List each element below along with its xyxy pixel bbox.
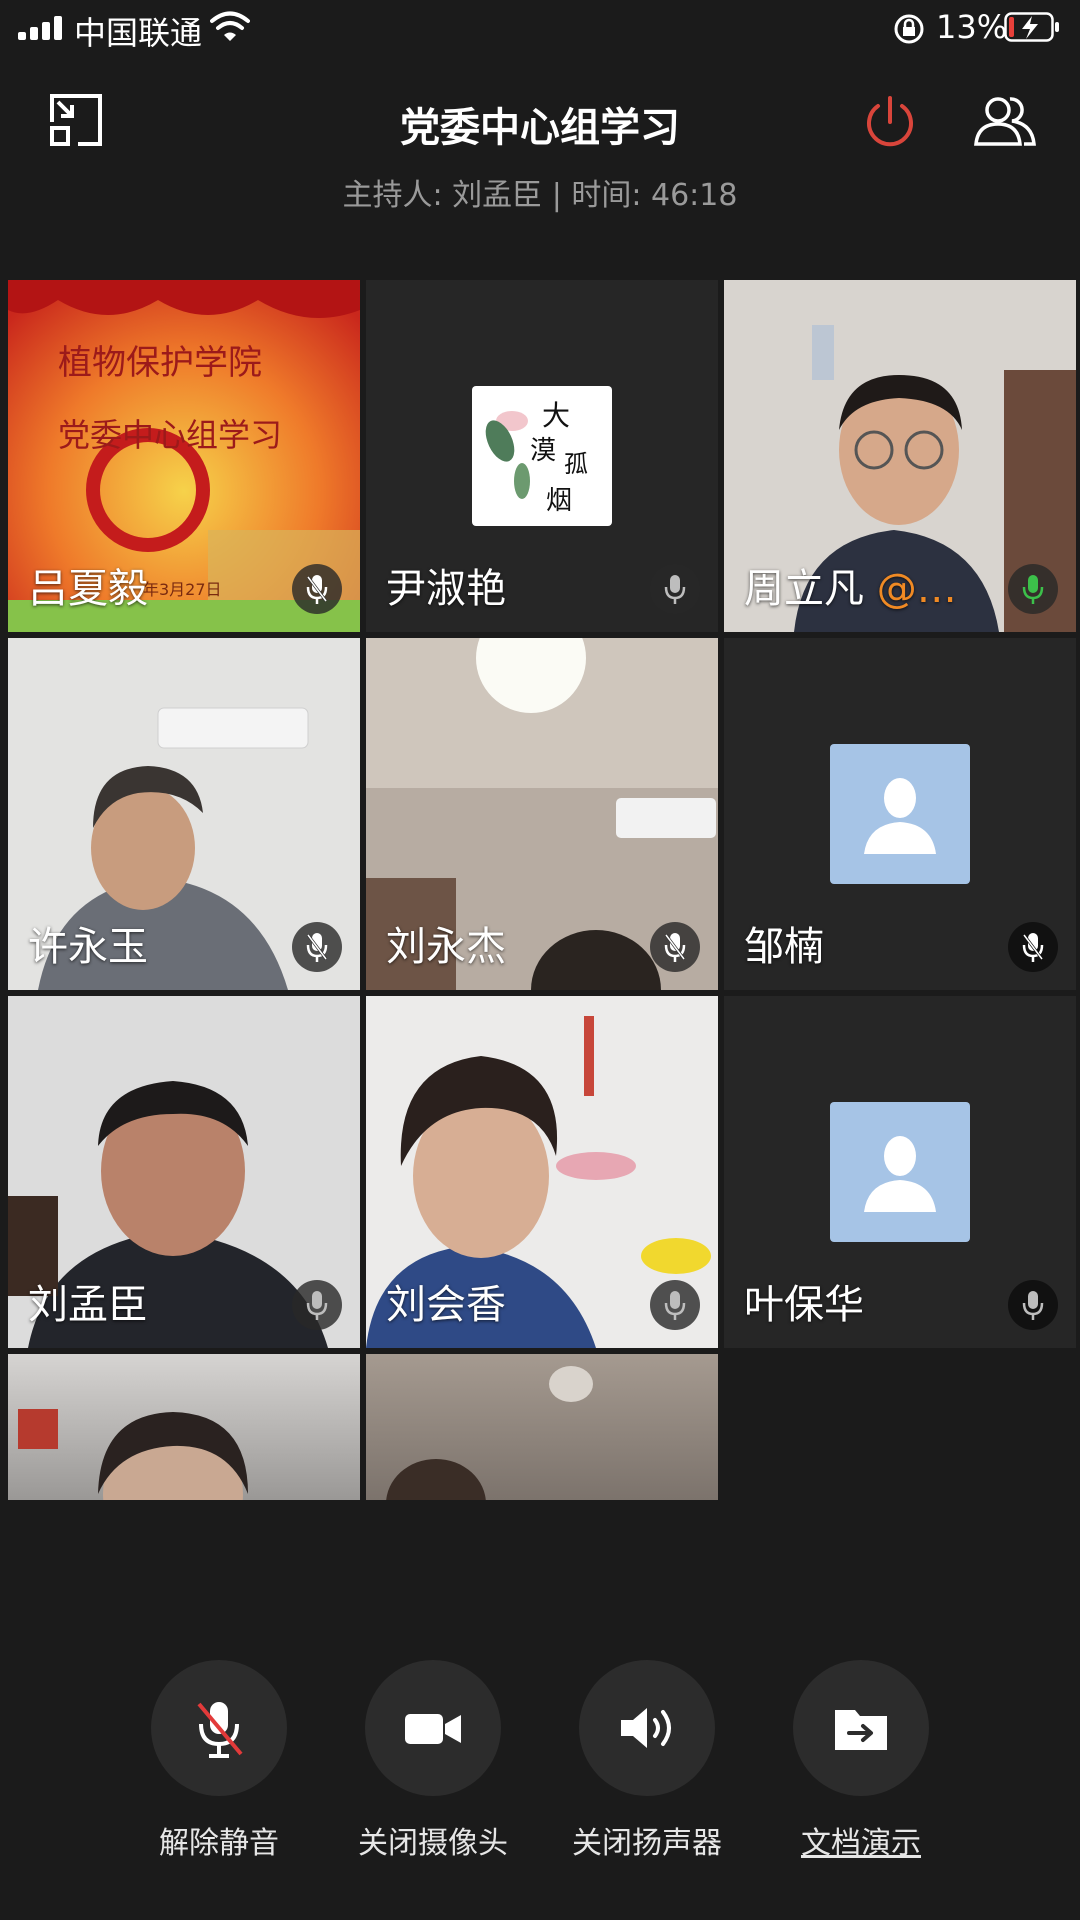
document-share-button[interactable]: 文档演示 [761, 1660, 961, 1862]
logo-char: 孤 [564, 450, 588, 478]
participant-name: 尹淑艳 [386, 566, 506, 612]
meeting-controls: 解除静音 关闭摄像头 关闭扬声器 文档演示 [0, 1660, 1080, 1862]
participant-tile[interactable]: 植物保护学院 党委中心组学习 年3月27日 吕夏毅 [8, 280, 360, 632]
person-silhouette-icon [864, 778, 936, 854]
mic-muted-icon [292, 564, 342, 614]
camera-icon [365, 1660, 501, 1796]
battery-percent: 13% [936, 8, 1008, 46]
battery-charging-icon [1004, 12, 1059, 42]
unmute-button[interactable]: 解除静音 [119, 1660, 319, 1862]
mic-icon [292, 1280, 342, 1330]
folder-share-icon [793, 1660, 929, 1796]
signal-icon [18, 16, 68, 40]
participant-tile[interactable]: 刘孟臣 [8, 996, 360, 1348]
meeting-title: 党委中心组学习 [400, 105, 680, 151]
participant-tile[interactable]: 周立凡 @… [724, 280, 1076, 632]
mic-speaking-icon [1008, 564, 1058, 614]
default-avatar [830, 1102, 970, 1242]
mic-muted-icon [292, 922, 342, 972]
video-feed [8, 1354, 360, 1500]
participant-name: 叶保华 [744, 1282, 864, 1328]
camera-off-button[interactable]: 关闭摄像头 [333, 1660, 533, 1862]
participant-name: 许永玉 [28, 924, 148, 970]
mic-icon [650, 1280, 700, 1330]
default-avatar [830, 744, 970, 884]
participant-tile[interactable]: 刘会香 [366, 996, 718, 1348]
participant-name: 刘永杰 [386, 924, 506, 970]
mic-muted-icon [650, 922, 700, 972]
participant-tile[interactable]: 许永玉 [8, 638, 360, 990]
participant-name: 刘会香 [386, 1282, 506, 1328]
video-feed [366, 1354, 718, 1500]
participant-tile[interactable]: 大 漠 孤 烟 尹淑艳 [366, 280, 718, 632]
end-meeting-power-icon[interactable] [862, 94, 918, 150]
speaker-off-label: 关闭扬声器 [572, 1826, 722, 1861]
avatar-logo: 大 漠 孤 烟 [472, 386, 612, 526]
carrier-name: 中国联通 [74, 14, 203, 52]
meeting-host-and-time: 主持人: 刘孟臣 | 时间: 46:18 [342, 178, 738, 213]
slide-text-line2: 党委中心组学习 [58, 416, 283, 454]
slide-text-line1: 植物保护学院 [58, 343, 262, 383]
mic-icon [650, 564, 700, 614]
mic-muted-icon [1008, 922, 1058, 972]
participant-tile[interactable] [8, 1354, 360, 1500]
participant-tile[interactable]: 邹楠 [724, 638, 1076, 990]
person-silhouette-icon [864, 1136, 936, 1212]
participant-name: 吕夏毅 [28, 566, 148, 612]
camera-off-label: 关闭摄像头 [358, 1826, 508, 1861]
speaker-off-button[interactable]: 关闭扬声器 [547, 1660, 747, 1862]
members-icon[interactable] [972, 92, 1038, 148]
status-bar: 中国联通 13% [0, 0, 1080, 56]
wifi-icon [210, 11, 250, 41]
muted-mic-icon [151, 1660, 287, 1796]
slide-date-text: 年3月27日 [143, 580, 222, 599]
unmute-label: 解除静音 [159, 1826, 279, 1861]
logo-char: 烟 [546, 486, 573, 516]
participant-name: 周立凡 @… [744, 566, 957, 612]
logo-char: 大 [542, 399, 571, 432]
mic-icon [1008, 1280, 1058, 1330]
document-share-label: 文档演示 [801, 1826, 921, 1861]
participant-name: 邹楠 [744, 924, 824, 970]
rotation-lock-icon [894, 14, 924, 44]
participant-tile[interactable] [366, 1354, 718, 1500]
participant-name: 刘孟臣 [28, 1282, 148, 1328]
logo-char: 漠 [530, 436, 557, 466]
participant-tile[interactable]: 叶保华 [724, 996, 1076, 1348]
speaker-icon [579, 1660, 715, 1796]
participant-tile[interactable]: 刘永杰 [366, 638, 718, 990]
